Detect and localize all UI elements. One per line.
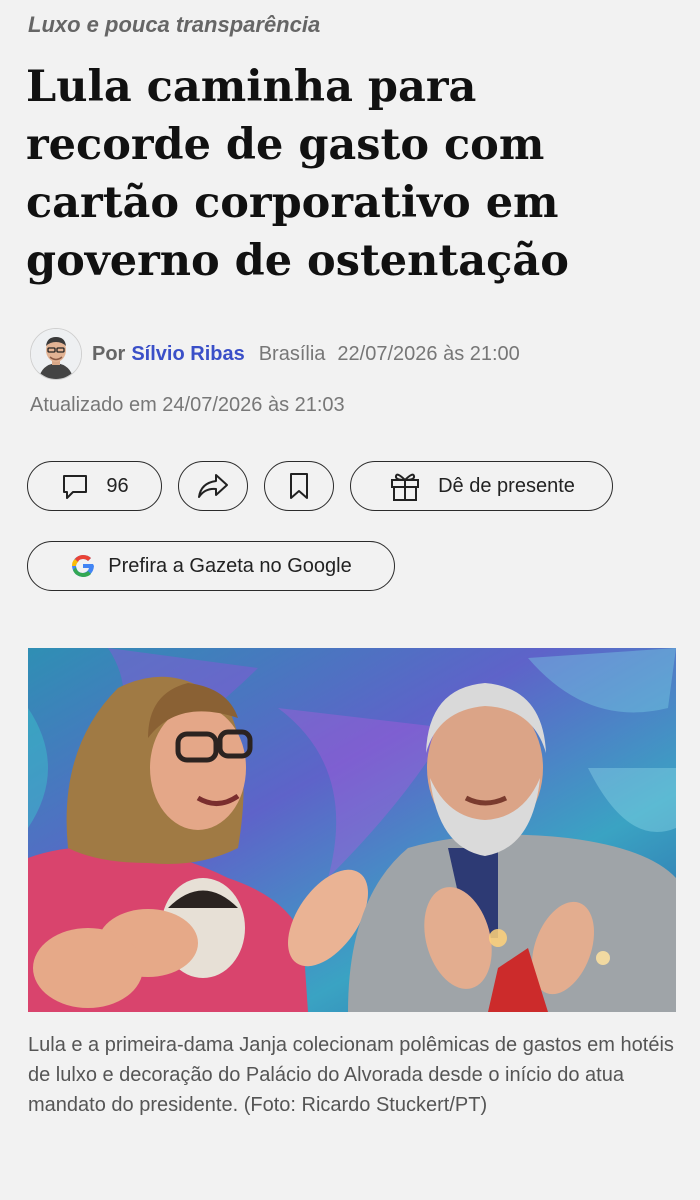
updated-date: Atualizado em 24/07/2026 às 21:03 xyxy=(30,394,345,416)
comments-button[interactable]: 96 xyxy=(27,461,162,511)
byline-prefix: Por xyxy=(92,342,126,365)
gift-button[interactable]: Dê de presente xyxy=(350,461,613,511)
bookmark-icon xyxy=(287,471,311,501)
author-link[interactable]: Sílvio Ribas xyxy=(131,343,244,366)
google-g-icon xyxy=(70,553,96,579)
article-headline: Lula caminha para recorde de gasto com c… xyxy=(26,62,569,286)
publish-date: 22/07/2026 às 21:00 xyxy=(337,342,520,365)
speech-bubble-icon xyxy=(60,471,90,501)
google-preference-label: Prefira a Gazeta no Google xyxy=(108,554,352,577)
article-photo[interactable] xyxy=(28,648,676,1012)
gift-icon xyxy=(388,469,422,503)
comments-count: 96 xyxy=(106,474,129,497)
share-arrow-icon xyxy=(196,472,230,500)
gift-label: Dê de presente xyxy=(438,474,575,497)
author-avatar[interactable] xyxy=(30,328,82,380)
article-location: Brasília xyxy=(258,342,326,365)
save-button[interactable] xyxy=(264,461,334,511)
share-button[interactable] xyxy=(178,461,248,511)
google-preference-button[interactable]: Prefira a Gazeta no Google xyxy=(27,541,395,591)
article-kicker[interactable]: Luxo e pouca transparência xyxy=(28,12,320,38)
byline: Por Sílvio Ribas Brasília 22/07/2026 às … xyxy=(30,328,520,380)
photo-caption: Lula e a primeira-dama Janja colecionam … xyxy=(28,1034,674,1116)
